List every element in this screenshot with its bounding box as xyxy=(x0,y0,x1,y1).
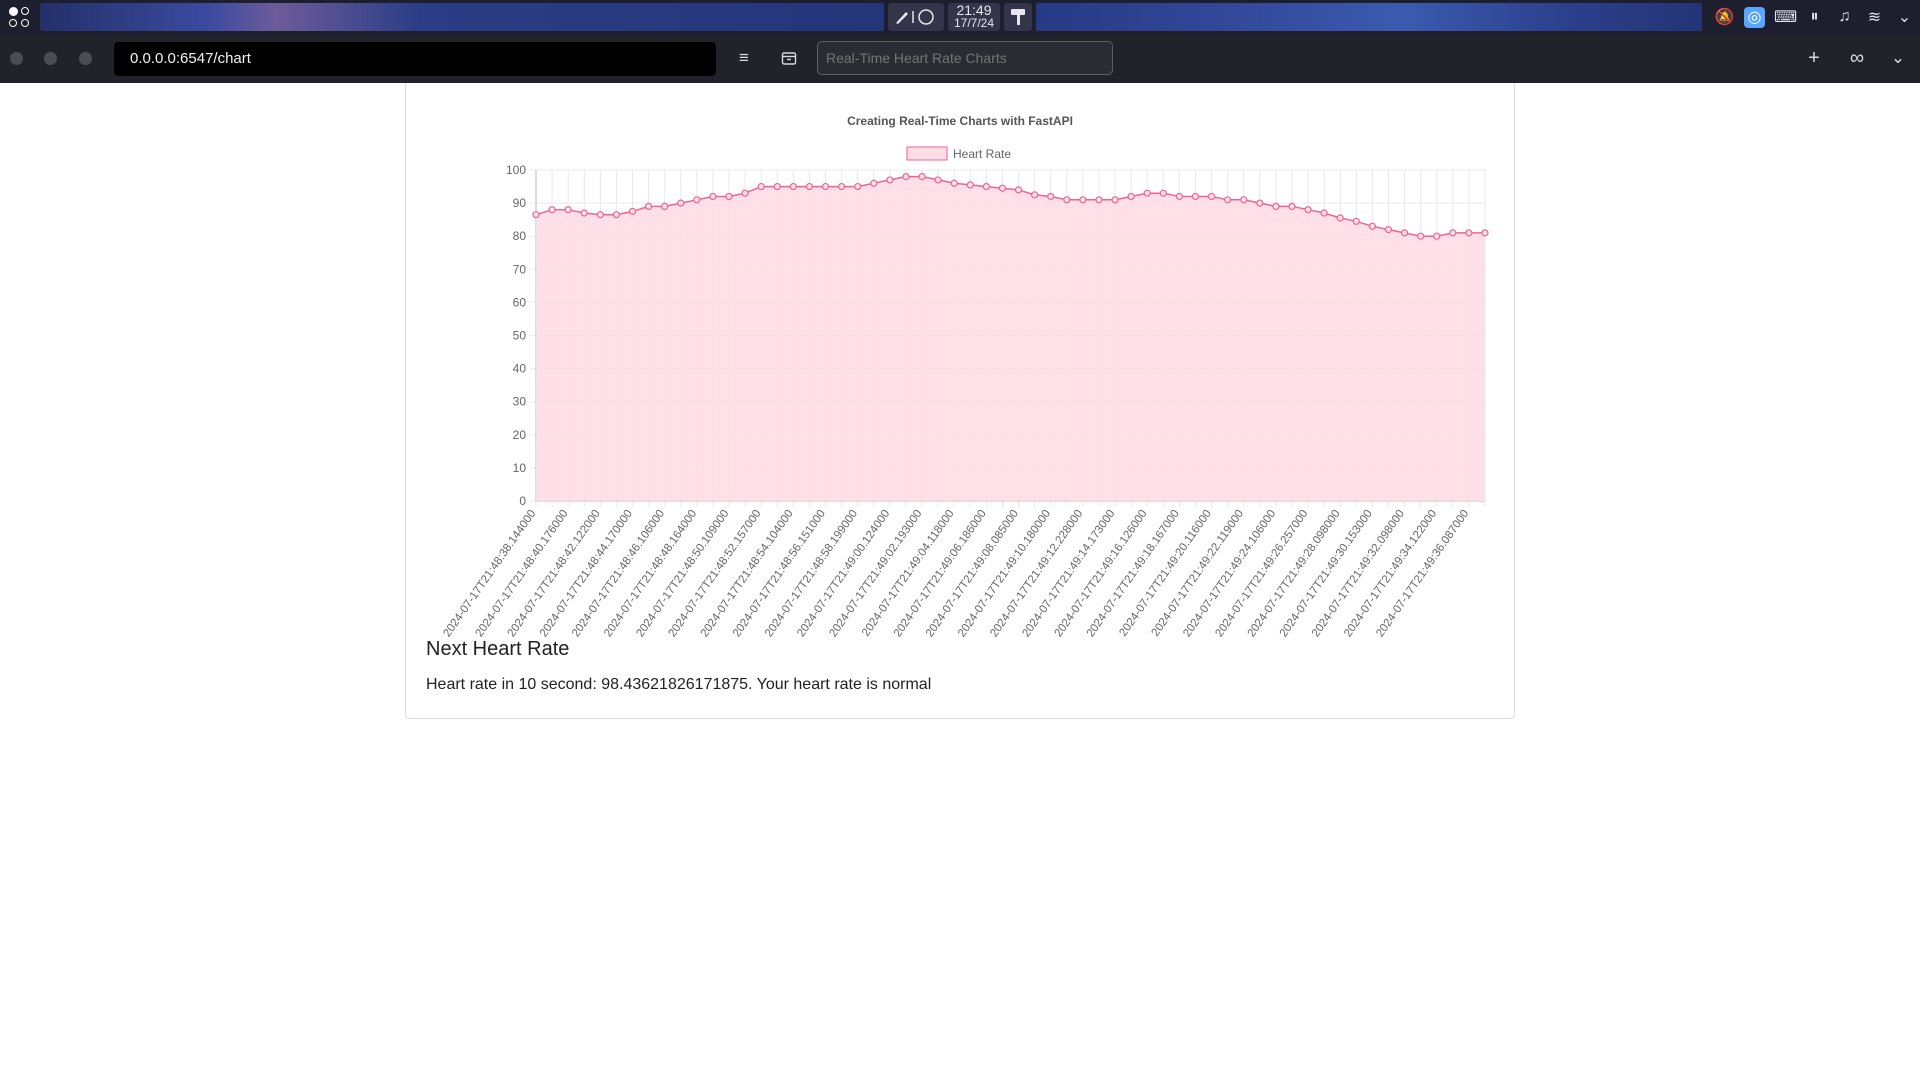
data-point[interactable] xyxy=(1320,209,1328,217)
data-point[interactable] xyxy=(886,176,894,184)
x-axis: 2024-07-17T21:48:38.1440002024-07-17T21:… xyxy=(441,508,1471,640)
data-point[interactable] xyxy=(870,179,878,187)
chart-title: Creating Real-Time Charts with FastAPI xyxy=(847,114,1073,128)
data-point[interactable] xyxy=(1240,196,1248,204)
data-point[interactable] xyxy=(1063,196,1071,204)
data-point[interactable] xyxy=(1111,196,1119,204)
data-point[interactable] xyxy=(596,211,604,219)
data-point[interactable] xyxy=(1417,232,1425,240)
data-point[interactable] xyxy=(1465,229,1473,237)
y-tick-label: 30 xyxy=(513,395,527,409)
data-point[interactable] xyxy=(950,179,958,187)
y-tick-label: 10 xyxy=(513,461,527,475)
data-point[interactable] xyxy=(1191,192,1200,201)
data-point[interactable] xyxy=(1143,189,1151,197)
y-tick-label: 80 xyxy=(513,229,527,243)
heart-rate-chart: Creating Real-Time Charts with FastAPI H… xyxy=(441,114,1489,640)
data-point[interactable] xyxy=(644,202,653,211)
data-point[interactable] xyxy=(661,202,669,211)
y-tick-label: 90 xyxy=(513,196,527,210)
data-point[interactable] xyxy=(838,182,846,191)
heart-rate-area xyxy=(536,176,1485,501)
data-point[interactable] xyxy=(1449,229,1457,237)
data-point[interactable] xyxy=(1095,196,1103,204)
data-point[interactable] xyxy=(934,176,942,184)
data-point[interactable] xyxy=(1288,202,1296,211)
data-point[interactable] xyxy=(902,173,910,181)
data-point[interactable] xyxy=(1175,192,1183,201)
data-point[interactable] xyxy=(1159,189,1167,197)
data-point[interactable] xyxy=(1384,225,1393,234)
data-point[interactable] xyxy=(1079,196,1087,204)
data-point[interactable] xyxy=(1368,222,1377,230)
data-point[interactable] xyxy=(757,182,765,191)
data-point[interactable] xyxy=(1127,192,1135,201)
data-point[interactable] xyxy=(1207,192,1216,201)
data-point[interactable] xyxy=(741,189,749,197)
data-point[interactable] xyxy=(918,173,926,181)
legend-label[interactable]: Heart Rate xyxy=(953,147,1011,161)
data-point[interactable] xyxy=(677,199,685,207)
y-tick-label: 60 xyxy=(513,295,527,309)
data-point[interactable] xyxy=(982,182,990,191)
data-point[interactable] xyxy=(628,207,637,215)
y-axis: 0 10 20 30 40 50 60 70 80 90 100 xyxy=(506,163,526,508)
data-point[interactable] xyxy=(725,192,733,201)
data-point[interactable] xyxy=(805,182,814,191)
data-point[interactable] xyxy=(773,182,781,191)
data-point[interactable] xyxy=(612,211,621,219)
data-point[interactable] xyxy=(709,192,717,201)
data-point[interactable] xyxy=(1224,196,1232,204)
data-point[interactable] xyxy=(532,211,540,219)
y-tick-label: 50 xyxy=(513,329,527,343)
data-point[interactable] xyxy=(1400,229,1409,237)
legend-swatch[interactable] xyxy=(906,146,948,161)
data-point[interactable] xyxy=(1014,186,1023,194)
data-point[interactable] xyxy=(1272,202,1280,211)
data-point[interactable] xyxy=(580,209,588,217)
data-point[interactable] xyxy=(564,206,572,214)
y-tick-label: 20 xyxy=(513,428,527,442)
y-tick-label: 70 xyxy=(513,262,527,276)
next-heart-rate-text: Heart rate in 10 second: 98.436218261718… xyxy=(426,676,932,693)
data-point[interactable] xyxy=(1256,199,1264,207)
data-point[interactable] xyxy=(789,182,797,191)
data-point[interactable] xyxy=(1031,191,1039,199)
y-tick-label: 100 xyxy=(506,163,526,177)
data-point[interactable] xyxy=(1433,232,1441,240)
data-point[interactable] xyxy=(821,182,830,191)
data-point[interactable] xyxy=(998,184,1007,192)
data-point[interactable] xyxy=(693,196,701,204)
data-point[interactable] xyxy=(1352,217,1360,225)
y-tick-label: 0 xyxy=(519,494,526,508)
data-point[interactable] xyxy=(1336,214,1344,222)
data-point[interactable] xyxy=(1304,206,1312,214)
data-point[interactable] xyxy=(1481,229,1489,237)
data-point[interactable] xyxy=(548,206,556,214)
next-heart-rate-title: Next Heart Rate xyxy=(426,638,570,660)
y-tick-label: 40 xyxy=(513,362,527,376)
data-point[interactable] xyxy=(1047,192,1055,201)
data-point[interactable] xyxy=(966,181,974,189)
data-point[interactable] xyxy=(854,182,862,191)
